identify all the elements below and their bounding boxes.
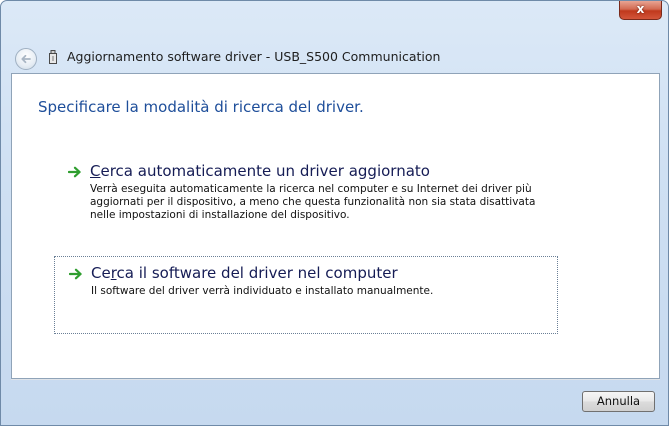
back-button[interactable] — [15, 48, 37, 70]
option-description: Verrà eseguita automaticamente la ricerc… — [90, 183, 536, 221]
option-search-automatically[interactable]: Cerca automaticamente un driver aggiorna… — [58, 162, 558, 236]
option-title: Cerca il software del driver nel compute… — [91, 264, 398, 282]
option-browse-computer[interactable]: Cerca il software del driver nel compute… — [54, 256, 558, 334]
close-icon: x — [636, 2, 645, 16]
green-arrow-icon — [69, 268, 82, 280]
usb-device-icon — [49, 50, 57, 64]
content-panel: Specificare la modalità di ricerca del d… — [11, 73, 660, 379]
close-button[interactable]: x — [619, 1, 662, 20]
cancel-button[interactable]: Annulla — [582, 391, 655, 412]
option-description: Il software del driver verrà individuato… — [91, 285, 434, 297]
option-title: Cerca automaticamente un driver aggiorna… — [90, 162, 430, 180]
dialog-window: x Aggiornamento software driver - USB_S5… — [0, 0, 669, 426]
footer-divider — [11, 379, 660, 380]
navigation-bar: Aggiornamento software driver - USB_S500… — [9, 41, 660, 72]
green-arrow-icon — [68, 166, 81, 178]
window-title: Aggiornamento software driver - USB_S500… — [67, 49, 441, 64]
page-heading: Specificare la modalità di ricerca del d… — [38, 98, 364, 116]
accelerator-key: C — [90, 162, 101, 180]
back-arrow-icon — [21, 54, 31, 64]
